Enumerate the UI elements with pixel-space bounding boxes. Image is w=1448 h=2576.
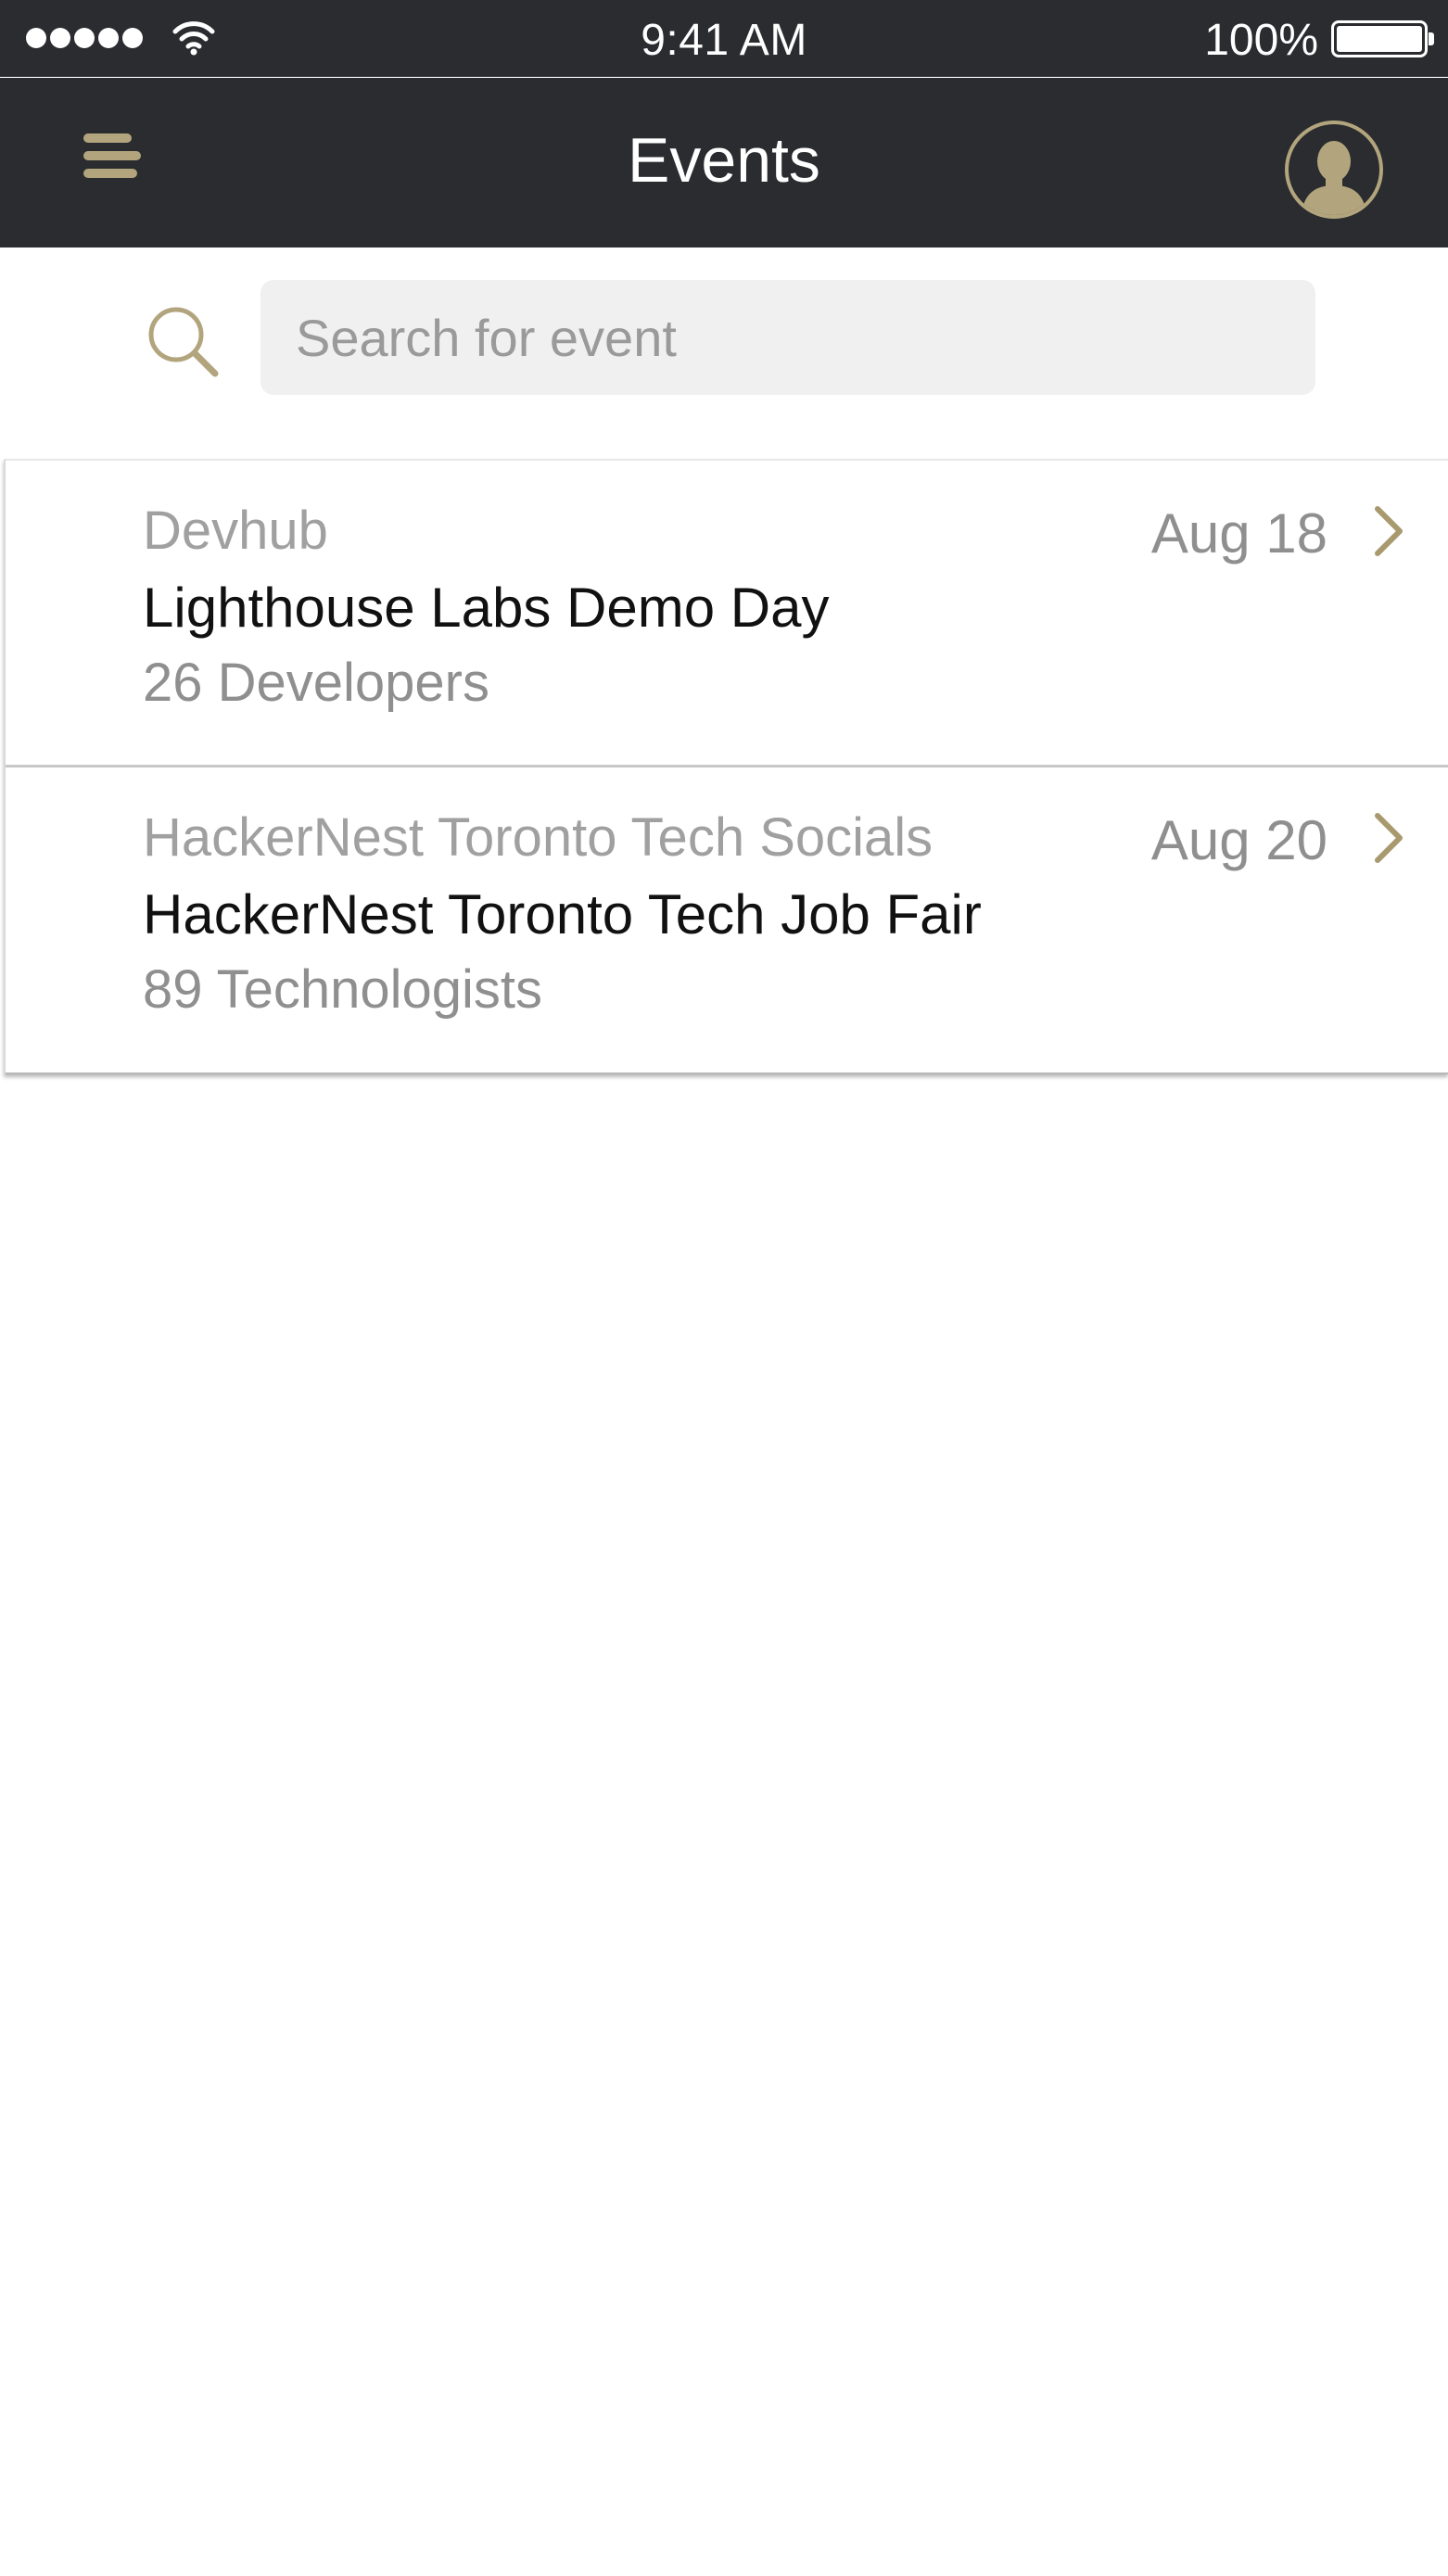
status-bar: 9:41 AM 100% — [0, 0, 1448, 77]
list-item[interactable]: HackerNest Toronto Tech Socials HackerNe… — [6, 768, 1448, 1074]
battery-percentage: 100% — [1204, 16, 1318, 65]
search-icon — [148, 307, 219, 377]
battery-icon — [1331, 20, 1434, 57]
events-list: Devhub Lighthouse Labs Demo Day 26 Devel… — [4, 459, 1448, 1074]
navigation-bar: Events — [0, 78, 1448, 247]
search-bar — [0, 247, 1448, 459]
event-attendees: 26 Developers — [143, 653, 489, 713]
event-date: Aug 20 — [1150, 809, 1327, 871]
event-attendees: 89 Technologists — [143, 959, 543, 1020]
event-title: HackerNest Toronto Tech Job Fair — [143, 883, 982, 945]
page-title: Events — [628, 125, 820, 196]
event-organizer: HackerNest Toronto Tech Socials — [143, 807, 934, 868]
profile-button[interactable] — [1285, 121, 1383, 219]
event-date: Aug 18 — [1150, 502, 1327, 565]
event-organizer: Devhub — [143, 501, 328, 561]
chevron-right-icon — [1375, 813, 1403, 863]
event-title: Lighthouse Labs Demo Day — [143, 577, 830, 639]
list-item[interactable]: Devhub Lighthouse Labs Demo Day 26 Devel… — [6, 461, 1448, 768]
search-input[interactable] — [260, 280, 1315, 395]
chevron-right-icon — [1375, 506, 1403, 556]
user-avatar-icon — [1302, 141, 1366, 215]
